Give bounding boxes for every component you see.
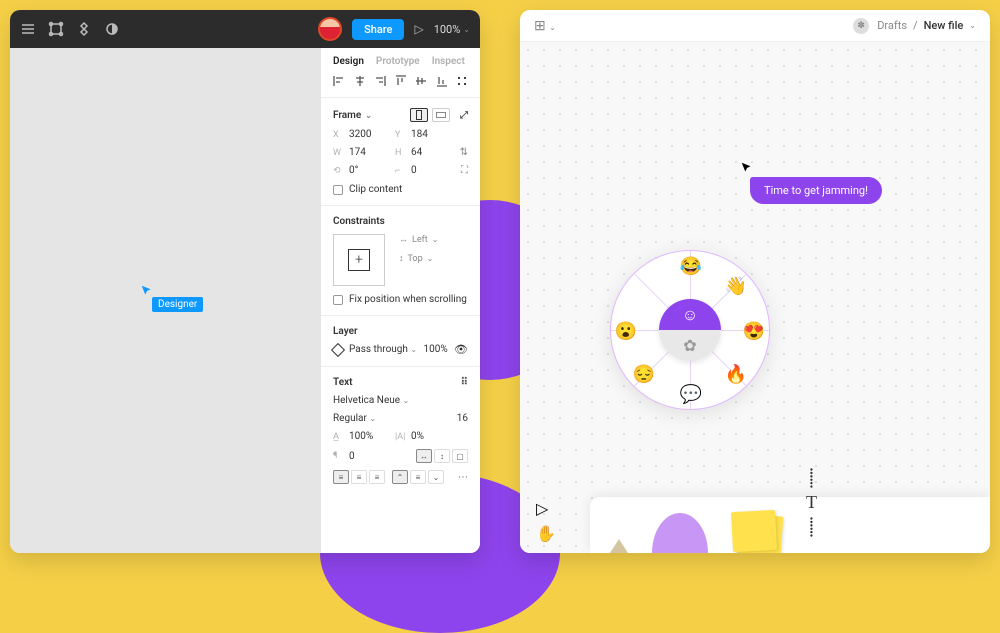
reaction-mode-icon[interactable]: ☺: [659, 299, 721, 330]
align-vcenter-icon[interactable]: [415, 75, 427, 87]
distribute-icon[interactable]: [456, 75, 468, 87]
breadcrumb-file[interactable]: New file: [924, 19, 964, 32]
present-icon[interactable]: ▷: [414, 22, 423, 36]
cursor-chat-bubble: Time to get jamming!: [750, 177, 882, 204]
avatar[interactable]: [318, 17, 342, 41]
visibility-icon[interactable]: 👁: [454, 343, 468, 356]
figjam-window: ⊞ ⌄ ✽ Drafts / New file ⌄ Time to get ja…: [520, 10, 990, 553]
canvas-nav: ▷ ✋: [536, 499, 556, 543]
menu-icon[interactable]: [20, 21, 36, 37]
share-button[interactable]: Share: [352, 19, 404, 40]
text-more-icon[interactable]: ⋯: [458, 472, 468, 483]
layer-section: Layer Pass through ⌄ 100% 👁: [321, 316, 480, 367]
breadcrumb-drafts[interactable]: Drafts: [877, 19, 907, 32]
emoji-sad[interactable]: 😔: [633, 363, 655, 385]
constraints-widget[interactable]: +: [333, 234, 385, 286]
align-controls: [321, 67, 480, 98]
frame-w[interactable]: 174: [349, 147, 389, 158]
wheel-center[interactable]: ☺ ✿: [659, 299, 721, 361]
layer-opacity[interactable]: 100%: [423, 344, 447, 355]
constraint-v-dropdown[interactable]: ↕ Top ⌄: [399, 253, 438, 264]
tab-design[interactable]: Design: [333, 56, 364, 67]
emoji-surprised[interactable]: 😮: [615, 320, 637, 342]
design-panel: Design Prototype Inspect Frame⌄ ⤢: [320, 48, 480, 553]
blend-mode-icon[interactable]: [331, 342, 345, 356]
frame-radius[interactable]: 0: [411, 165, 451, 176]
frame-tool-icon[interactable]: [48, 21, 64, 37]
link-wh-icon[interactable]: ⇅: [460, 147, 468, 158]
line-height[interactable]: 100%: [349, 431, 389, 442]
design-canvas[interactable]: Designer: [10, 48, 320, 553]
text-tool[interactable]: ⸽T⸽: [806, 497, 817, 553]
emoji-fire[interactable]: 🔥: [725, 363, 747, 385]
text-style-icon[interactable]: ⠿: [461, 377, 468, 388]
multiplayer-cursor: Designer: [140, 283, 154, 302]
letter-spacing[interactable]: 0%: [411, 431, 451, 442]
shape-tool[interactable]: [652, 497, 708, 553]
text-align-left-icon[interactable]: ≡: [333, 470, 349, 484]
text-align-center-icon[interactable]: ≡: [351, 470, 367, 484]
figjam-toolbar: ⸽T⸽: [590, 497, 990, 553]
font-size[interactable]: 16: [457, 413, 468, 424]
text-align-middle-icon[interactable]: ≡: [410, 470, 426, 484]
fix-position-checkbox[interactable]: [333, 295, 343, 305]
figma-window: Share ▷ 100%⌄ Designer Design Prototype …: [10, 10, 480, 553]
emoji-laugh[interactable]: 😂: [680, 255, 702, 277]
font-weight-dropdown[interactable]: Regular ⌄: [333, 413, 376, 424]
frame-y[interactable]: 184: [411, 129, 451, 140]
text-align-bottom-icon[interactable]: ⌄: [428, 470, 444, 484]
fixed-size-icon[interactable]: ▢: [452, 449, 468, 463]
frame-section: Frame⌄ ⤢ X3200 Y184 W174 H64 ⇅ ⟲0° ⌐0 ⛶: [321, 98, 480, 206]
orientation-portrait[interactable]: [410, 108, 428, 122]
emoji-wheel[interactable]: 😂 👋 😍 🔥 💬 😔 😮 ☺ ✿: [610, 250, 770, 410]
auto-width-icon[interactable]: ↔: [416, 449, 432, 463]
figjam-topbar: ⊞ ⌄ ✽ Drafts / New file ⌄: [520, 10, 990, 42]
sticky-note-tool[interactable]: [732, 497, 782, 553]
text-align-top-icon[interactable]: ⌃: [392, 470, 408, 484]
constraints-section: Constraints + ↔ Left ⌄ ↕ Top ⌄ Fix posit…: [321, 206, 480, 316]
component-icon[interactable]: [76, 21, 92, 37]
favorite-icon[interactable]: ✽: [853, 18, 869, 34]
align-left-icon[interactable]: [333, 75, 345, 87]
emoji-hearteyes[interactable]: 😍: [743, 320, 765, 342]
independent-corners-icon[interactable]: ⛶: [461, 165, 468, 176]
file-menu-chevron-icon[interactable]: ⌄: [969, 21, 976, 30]
breadcrumb: Drafts / New file ⌄: [877, 19, 976, 32]
clip-content-checkbox[interactable]: [333, 185, 343, 195]
text-align-right-icon[interactable]: ≡: [369, 470, 385, 484]
cursor-name-tag: Designer: [152, 297, 203, 312]
text-section: Text⠿ Helvetica Neue ⌄ Regular ⌄ 16 A̲10…: [321, 367, 480, 494]
emoji-wave[interactable]: 👋: [725, 275, 747, 297]
frame-h[interactable]: 64: [411, 147, 451, 158]
stamp-mode-icon[interactable]: ✿: [659, 330, 721, 361]
figjam-logo-icon[interactable]: ⊞ ⌄: [534, 18, 556, 34]
align-top-icon[interactable]: [395, 75, 407, 87]
frame-rotation[interactable]: 0°: [349, 165, 389, 176]
align-hcenter-icon[interactable]: [354, 75, 366, 87]
pointer-tool-icon[interactable]: ▷: [536, 499, 556, 518]
zoom-dropdown[interactable]: 100%⌄: [434, 23, 470, 36]
figjam-canvas[interactable]: Time to get jamming! 😂 👋 😍 🔥 💬 😔 😮 ☺ ✿ ▷…: [520, 42, 990, 553]
blend-mode-dropdown[interactable]: Pass through ⌄: [349, 344, 417, 355]
figma-topbar: Share ▷ 100%⌄: [10, 10, 480, 48]
resize-to-fit-icon[interactable]: ⤢: [460, 110, 468, 121]
align-right-icon[interactable]: [374, 75, 386, 87]
hand-tool-icon[interactable]: ✋: [536, 524, 556, 543]
constraint-h-dropdown[interactable]: ↔ Left ⌄: [399, 234, 438, 245]
paragraph-spacing[interactable]: 0: [349, 451, 389, 462]
frame-x[interactable]: 3200: [349, 129, 389, 140]
align-bottom-icon[interactable]: [436, 75, 448, 87]
font-family-dropdown[interactable]: Helvetica Neue ⌄: [333, 395, 409, 406]
tab-prototype[interactable]: Prototype: [376, 56, 420, 67]
orientation-landscape[interactable]: [432, 108, 450, 122]
mask-icon[interactable]: [104, 21, 120, 37]
auto-height-icon[interactable]: ↕: [434, 449, 450, 463]
emoji-chat[interactable]: 💬: [680, 383, 702, 405]
pencil-tool[interactable]: [610, 497, 628, 553]
tab-inspect[interactable]: Inspect: [432, 56, 465, 67]
